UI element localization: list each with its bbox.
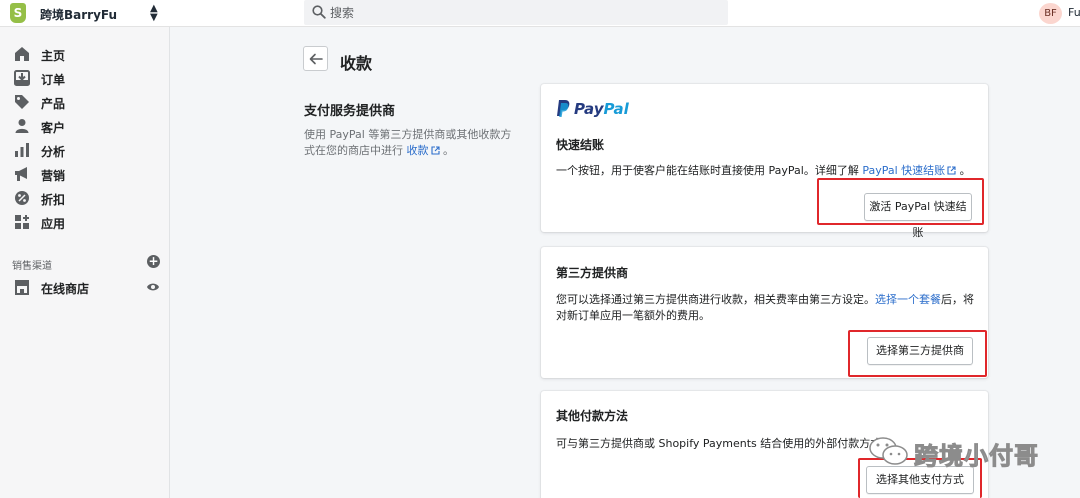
third-party-card-title: 第三方提供商 bbox=[556, 266, 629, 280]
other-payments-card-title: 其他付款方法 bbox=[556, 409, 629, 423]
external-link-icon bbox=[947, 166, 956, 175]
add-channel-icon[interactable]: + bbox=[147, 255, 160, 268]
choose-plan-link[interactable]: 选择一个套餐 bbox=[875, 293, 941, 306]
highlight-box bbox=[848, 330, 987, 377]
third-party-card-text: 您可以选择通过第三方提供商进行收款，相关费率由第三方设定。选择一个套餐后，将对新… bbox=[556, 292, 976, 324]
bar-chart-icon bbox=[15, 143, 29, 157]
top-bar: S 跨境BarryFu ▲▼ BF Fu bbox=[0, 0, 1080, 27]
section-description: 使用 PayPal 等第三方提供商或其他收款方式在您的商店中进行 收款 。 bbox=[304, 127, 514, 159]
sidebar-item-customers[interactable]: 客户 bbox=[0, 115, 170, 137]
external-link-icon bbox=[430, 146, 440, 155]
paypal-card-description: 一个按钮，用于使客户能在结账时直接使用 PayPal。详细了解 bbox=[556, 164, 859, 177]
store-name[interactable]: 跨境BarryFu bbox=[40, 6, 117, 23]
sidebar-item-analytics[interactable]: 分析 bbox=[0, 139, 170, 161]
person-icon bbox=[15, 119, 29, 133]
user-name[interactable]: Fu bbox=[1068, 6, 1080, 19]
paypal-wordmark-pal: Pal bbox=[603, 100, 629, 118]
payments-link[interactable]: 收款 bbox=[407, 144, 440, 157]
sidebar-item-orders[interactable]: 订单 bbox=[0, 67, 170, 89]
sidebar-item-online-store[interactable]: 在线商店 bbox=[0, 276, 170, 298]
other-payments-card-text: 可与第三方提供商或 Shopify Payments 结合使用的外部付款方式。 bbox=[556, 437, 893, 450]
sidebar-item-marketing[interactable]: 营销 bbox=[0, 163, 170, 185]
paypal-card-text: 一个按钮，用于使客户能在结账时直接使用 PayPal。详细了解 PayPal 快… bbox=[556, 163, 976, 179]
paypal-wordmark: PayPal bbox=[574, 100, 629, 118]
wechat-icon bbox=[869, 437, 908, 465]
search-icon bbox=[312, 5, 326, 19]
section-description-end: 。 bbox=[443, 144, 454, 157]
third-party-card-description: 您可以选择通过第三方提供商进行收款，相关费率由第三方设定。 bbox=[556, 293, 875, 306]
sidebar-item-label: 主页 bbox=[41, 49, 66, 63]
orders-icon bbox=[14, 70, 30, 86]
paypal-card-text-end: 。 bbox=[959, 164, 971, 177]
sidebar-item-label: 在线商店 bbox=[41, 282, 90, 296]
sidebar-item-label: 订单 bbox=[41, 73, 66, 87]
sidebar-item-home[interactable]: 主页 bbox=[0, 43, 170, 65]
tag-icon bbox=[15, 95, 29, 109]
sidebar-item-label: 折扣 bbox=[41, 193, 66, 207]
discount-icon bbox=[15, 191, 29, 205]
back-button[interactable] bbox=[303, 46, 328, 71]
sidebar-item-label: 分析 bbox=[41, 145, 66, 159]
megaphone-icon bbox=[15, 167, 27, 181]
highlight-box bbox=[817, 178, 984, 225]
shopify-logo-icon[interactable]: S bbox=[10, 3, 26, 23]
sidebar-item-apps[interactable]: 应用 bbox=[0, 211, 170, 233]
sidebar-item-label: 产品 bbox=[41, 97, 66, 111]
search-input[interactable] bbox=[330, 3, 710, 22]
sidebar-item-discounts[interactable]: 折扣 bbox=[0, 187, 170, 209]
paypal-wordmark-pay: Pay bbox=[574, 100, 604, 118]
watermark-text: 跨境小付哥 bbox=[914, 442, 1039, 471]
page-title: 收款 bbox=[340, 54, 373, 73]
paypal-card-title: 快速结账 bbox=[556, 138, 605, 152]
search-bar[interactable] bbox=[304, 0, 728, 25]
paypal-express-link-label: PayPal 快速结账 bbox=[862, 164, 946, 177]
avatar[interactable]: BF bbox=[1039, 3, 1062, 24]
section-heading: 支付服务提供商 bbox=[304, 104, 396, 119]
eye-icon[interactable] bbox=[146, 280, 160, 294]
sidebar-item-products[interactable]: 产品 bbox=[0, 91, 170, 113]
sidebar-item-label: 应用 bbox=[41, 217, 66, 231]
sidebar-item-label: 营销 bbox=[41, 169, 66, 183]
sidebar-item-label: 客户 bbox=[41, 121, 66, 135]
home-icon bbox=[15, 47, 29, 61]
sidebar: 主页 订单 产品 客户 分析 营销 折扣 应用 销售渠道 + 在线商店 bbox=[0, 27, 170, 498]
arrow-left-icon bbox=[309, 53, 323, 65]
store-icon bbox=[15, 280, 29, 295]
payments-link-label: 收款 bbox=[406, 144, 429, 157]
paypal-icon bbox=[557, 100, 570, 117]
store-switch-icon[interactable]: ▲ ▼ bbox=[150, 4, 158, 23]
paypal-express-link[interactable]: PayPal 快速结账 bbox=[862, 164, 956, 177]
sales-channels-heading: 销售渠道 bbox=[12, 261, 52, 272]
apps-icon bbox=[15, 215, 29, 229]
